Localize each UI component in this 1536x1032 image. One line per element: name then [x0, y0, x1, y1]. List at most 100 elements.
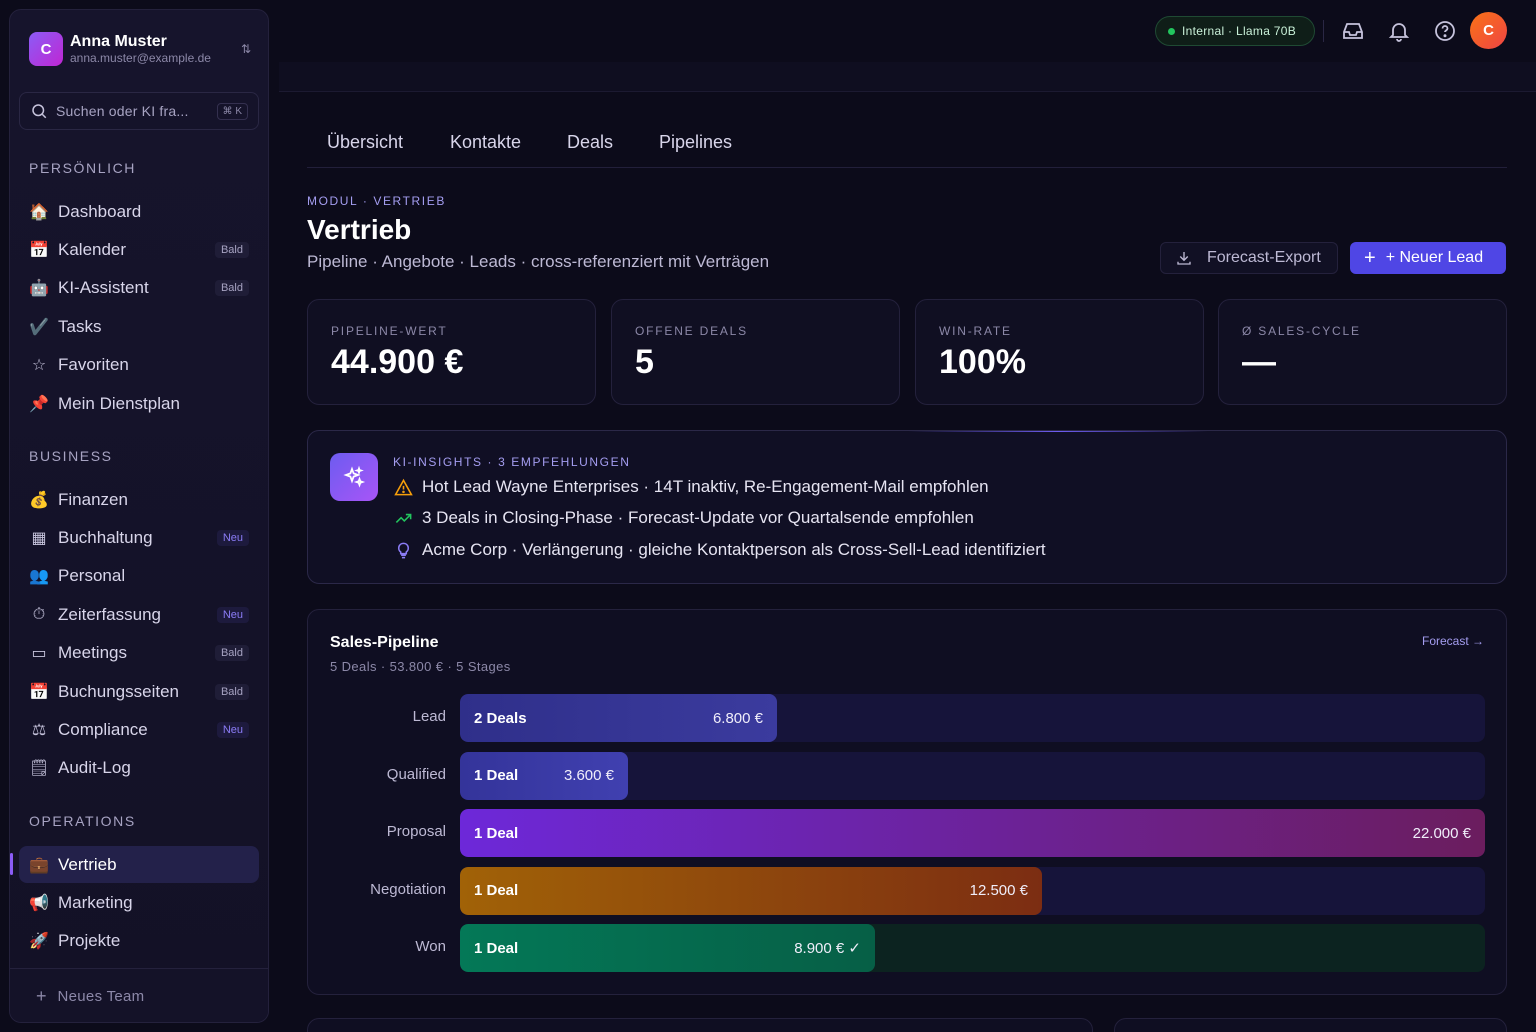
help-icon[interactable]	[1433, 19, 1457, 43]
sidebar-item-label: Mein Dienstplan	[58, 393, 180, 413]
nav-item-icon: ⚖	[31, 721, 47, 739]
stage-deal-count: 1 Deal	[474, 882, 519, 900]
stage-bar[interactable]: 1 Deal 12.500 €	[460, 866, 1042, 915]
nav-item-icon: 📌	[29, 395, 49, 413]
stage-bar[interactable]: 1 Deal 22.000 €	[460, 809, 1485, 858]
chevron-up-down-icon[interactable]: ⇅	[241, 42, 251, 56]
insight-text: 3 Deals in Closing-Phase · Forecast-Upda…	[422, 508, 974, 527]
nav-item-icon: 🏠	[29, 203, 49, 221]
sidebar-item-compliance[interactable]: ⚖ Compliance Neu	[19, 711, 259, 748]
module-tabs: Übersicht Kontakte Deals Pipelines	[307, 124, 1507, 168]
nav-item-icon: 🚀	[29, 933, 49, 951]
stage-track[interactable]: 1 Deal 22.000 €	[460, 809, 1485, 858]
model-indicator[interactable]: Internal · Llama 70B	[1155, 16, 1315, 46]
tab-deals[interactable]: Deals	[567, 132, 613, 153]
search-input[interactable]: Suchen oder KI fra... ⌘ K	[19, 92, 259, 130]
stage-label: Negotiation	[370, 880, 446, 898]
sidebar-item-tasks[interactable]: ✔️ Tasks	[19, 308, 259, 345]
tab-pipelines[interactable]: Pipelines	[659, 132, 732, 153]
sidebar-item-vertrieb[interactable]: 💼 Vertrieb	[19, 846, 259, 883]
stage-label: Won	[415, 938, 446, 956]
trend-up-icon	[393, 508, 413, 528]
plus-icon: +	[1364, 246, 1376, 269]
card-glow	[908, 431, 1208, 432]
nav-item-icon: ▦	[31, 529, 47, 547]
bell-icon[interactable]	[1387, 19, 1411, 43]
stage-bar[interactable]: 2 Deals 6.800 €	[460, 694, 777, 742]
stage-bar[interactable]: 1 Deal 3.600 €	[460, 751, 628, 800]
inbox-icon[interactable]	[1341, 19, 1365, 43]
page-title: Vertrieb	[307, 214, 412, 245]
nav-item-icon: 📅	[29, 683, 49, 701]
sidebar-item-label: Tasks	[58, 316, 102, 336]
user-avatar[interactable]: C	[1470, 12, 1507, 49]
sidebar-item-meetings[interactable]: ▭ Meetings Bald	[19, 635, 259, 672]
profile-switcher[interactable]: C Anna Muster anna.muster@example.de ⇅	[29, 31, 251, 67]
profile-name: Anna Muster	[70, 33, 167, 50]
bottom-card-right	[1114, 1018, 1507, 1032]
kpi-label: Ø SALES-CYCLE	[1242, 324, 1361, 338]
kpi-label: OFFENE DEALS	[635, 324, 748, 338]
sidebar-item-buchungsseiten[interactable]: 📅 Buchungsseiten Bald	[19, 673, 259, 710]
insight-item[interactable]: 3 Deals in Closing-Phase · Forecast-Upda…	[393, 508, 974, 528]
sidebar-item-buchhaltung[interactable]: ▦ Buchhaltung Neu	[19, 519, 259, 556]
kpi-value: 44.900 €	[331, 343, 464, 381]
sidebar-item-dashboard[interactable]: 🏠 Dashboard	[19, 193, 259, 230]
stage-value: 12.500 €	[969, 882, 1028, 900]
kpi-card-sales-cycle: Ø SALES-CYCLE —	[1218, 299, 1507, 405]
sidebar-item-personal[interactable]: 👥 Personal	[19, 558, 259, 595]
page-eyebrow: MODUL · VERTRIEB	[307, 194, 446, 208]
forecast-export-button[interactable]: Forecast-Export	[1160, 242, 1338, 274]
insight-item[interactable]: Acme Corp · Verlängerung · gleiche Konta…	[393, 540, 1046, 560]
sidebar-item-zeiterfassung[interactable]: ⏱ Zeiterfassung Neu	[19, 596, 259, 633]
model-label: Internal · Llama 70B	[1182, 24, 1297, 38]
stage-track[interactable]: 2 Deals 6.800 €	[460, 694, 1485, 742]
download-icon	[1177, 252, 1191, 265]
new-team-button[interactable]: + Neues Team	[10, 968, 268, 1022]
sidebar-item-projekte[interactable]: 🚀 Projekte	[19, 923, 259, 960]
tab-overview[interactable]: Übersicht	[327, 132, 403, 153]
sidebar-item-marketing[interactable]: 📢 Marketing	[19, 884, 259, 921]
search-shortcut: ⌘ K	[216, 102, 248, 120]
insight-text: Hot Lead Wayne Enterprises · 14T inaktiv…	[422, 477, 989, 496]
section-label-personal: PERSÖNLICH	[29, 160, 137, 176]
sidebar: C Anna Muster anna.muster@example.de ⇅ S…	[9, 9, 269, 1023]
stage-bar[interactable]: 1 Deal 8.900 € ✓	[460, 924, 875, 973]
stage-value: 6.800 €	[712, 709, 763, 727]
sidebar-item-ki-assistent[interactable]: 🤖 KI-Assistent Bald	[19, 270, 259, 307]
kpi-card-open-deals: OFFENE DEALS 5	[611, 299, 900, 405]
stage-deal-count: 1 Deal	[474, 824, 519, 842]
stage-track[interactable]: 1 Deal 3.600 €	[460, 751, 1485, 800]
workspace-avatar: C	[29, 32, 63, 66]
stage-track[interactable]: 1 Deal 8.900 € ✓	[460, 924, 1485, 973]
divider	[1323, 20, 1324, 42]
stage-track[interactable]: 1 Deal 12.500 €	[460, 866, 1485, 915]
sidebar-item-label: Kalender	[58, 239, 127, 259]
sparkles-icon	[330, 453, 378, 501]
nav-item-icon: 💰	[29, 491, 49, 509]
sidebar-item-finanzen[interactable]: 💰 Finanzen	[19, 481, 259, 518]
new-lead-button[interactable]: + + Neuer Lead	[1350, 242, 1506, 274]
insight-item[interactable]: Hot Lead Wayne Enterprises · 14T inaktiv…	[393, 477, 989, 497]
tab-contacts[interactable]: Kontakte	[450, 132, 521, 153]
nav-item-icon: 🗒	[29, 760, 50, 778]
kpi-value: 100%	[939, 343, 1026, 381]
kpi-value: 5	[635, 343, 654, 381]
forecast-link[interactable]: Forecast →	[1422, 634, 1484, 648]
sidebar-item-audit-log[interactable]: 🗒 Audit-Log	[19, 750, 259, 787]
sidebar-item-mein-dienstplan[interactable]: 📌 Mein Dienstplan	[19, 385, 259, 422]
page-subtitle: Pipeline · Angebote · Leads · cross-refe…	[307, 252, 770, 271]
plus-icon: +	[36, 986, 47, 1006]
kpi-card-win-rate: WIN-RATE 100%	[915, 299, 1204, 405]
sidebar-item-label: KI-Assistent	[58, 278, 149, 298]
sidebar-item-label: Buchhaltung	[58, 527, 153, 547]
stage-deal-count: 2 Deals	[474, 709, 527, 727]
sidebar-item-favoriten[interactable]: ☆ Favoriten	[19, 347, 259, 384]
section-label-business: BUSINESS	[29, 448, 113, 464]
stage-value: 8.900 € ✓	[794, 940, 861, 958]
forecast-export-label: Forecast-Export	[1207, 249, 1321, 266]
sidebar-item-label: Compliance	[58, 719, 148, 739]
new-lead-label: + Neuer Lead	[1385, 249, 1484, 266]
sidebar-item-kalender[interactable]: 📅 Kalender Bald	[19, 231, 259, 268]
lightbulb-icon	[393, 540, 413, 560]
